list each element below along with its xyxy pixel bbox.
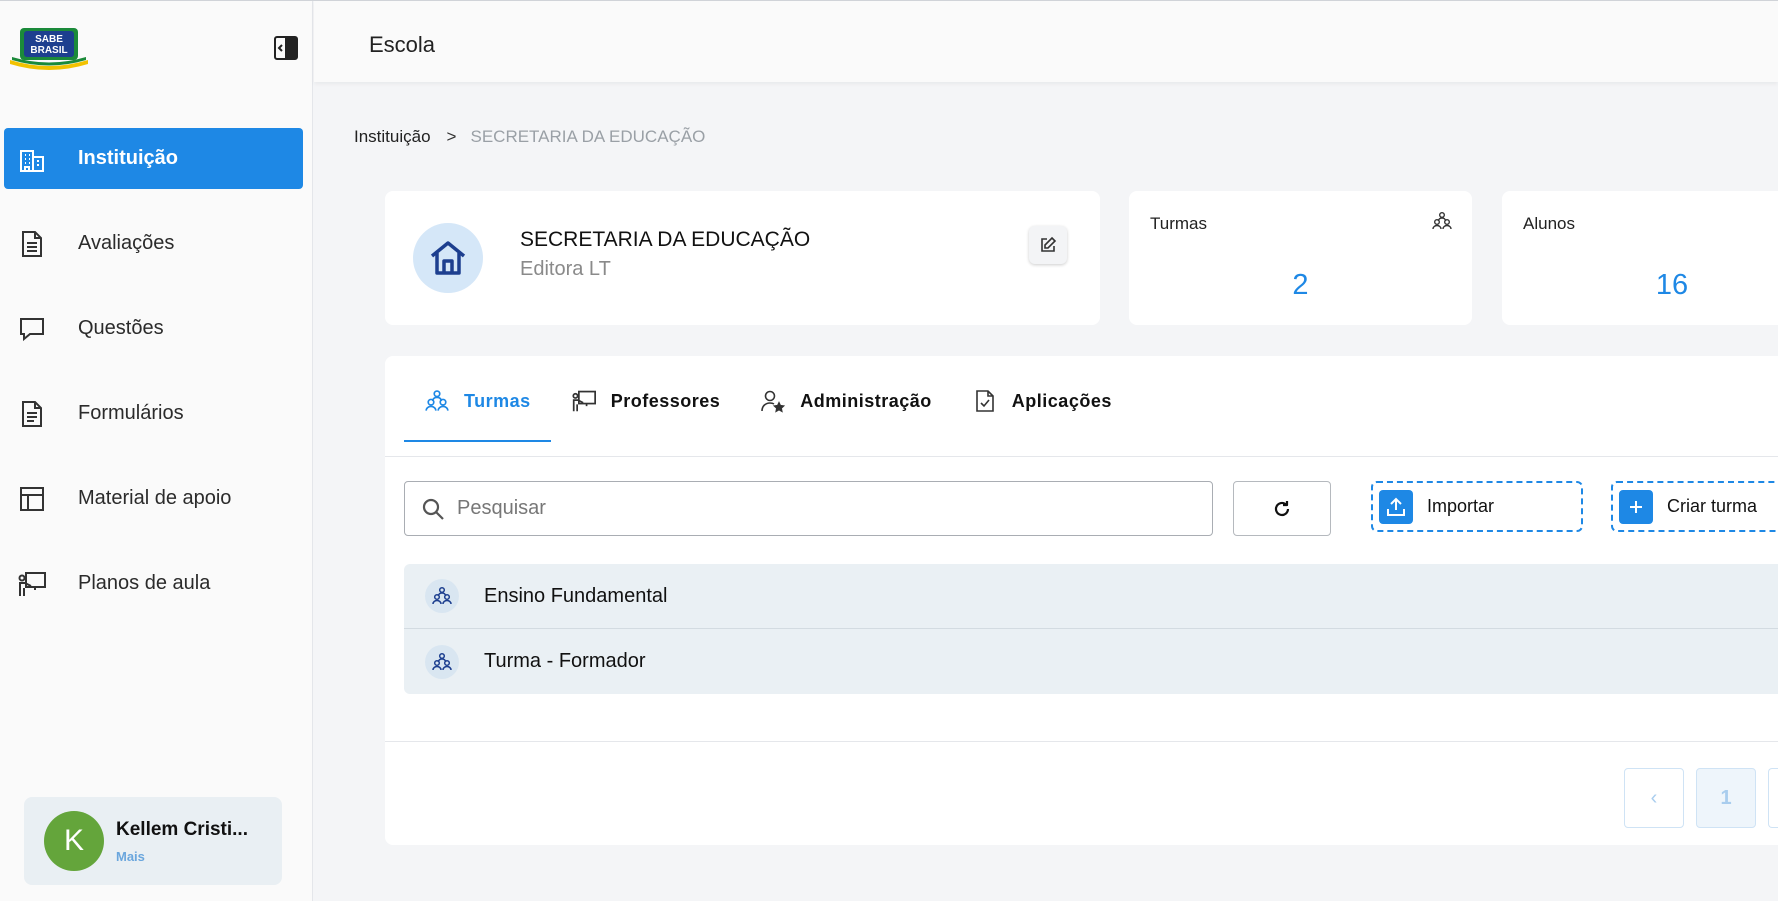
sidebar-item-label: Material de apoio xyxy=(78,487,232,509)
edit-icon xyxy=(1041,236,1057,252)
top-border xyxy=(0,0,1778,1)
building-icon xyxy=(16,143,48,175)
tab-bar: Turmas Professores Administração Aplicaç… xyxy=(404,356,1132,456)
tabs-divider xyxy=(385,456,1778,457)
plus-icon xyxy=(1619,489,1653,524)
group-icon xyxy=(1432,211,1454,233)
sidebar-item-questoes[interactable]: Questões xyxy=(4,298,303,359)
breadcrumb-current: SECRETARIA DA EDUCAÇÃO xyxy=(470,127,706,146)
group-icon xyxy=(425,644,459,679)
tab-professores[interactable]: Professores xyxy=(551,361,741,441)
sidebar-item-label: Formulários xyxy=(78,402,184,424)
teacher-board-icon xyxy=(16,568,48,600)
list-item[interactable]: Turma - Formador xyxy=(404,629,1778,694)
create-class-button[interactable]: Criar turma xyxy=(1611,481,1778,532)
pagination-divider xyxy=(385,741,1778,742)
stat-turmas-value: 2 xyxy=(1292,269,1309,301)
top-header: Escola xyxy=(314,1,1778,82)
user-menu[interactable]: K Kellem Cristi... Mais xyxy=(24,797,282,885)
sabe-brasil-logo[interactable]: SABE BRASIL xyxy=(8,26,90,70)
tab-label: Aplicações xyxy=(1011,390,1112,411)
stat-alunos-label: Alunos xyxy=(1523,214,1575,233)
class-name: Ensino Fundamental xyxy=(484,584,668,607)
pagination-page-button[interactable]: 1 xyxy=(1696,768,1756,828)
institution-subtitle: Editora LT xyxy=(520,258,611,280)
tab-turmas[interactable]: Turmas xyxy=(404,361,551,442)
teacher-board-icon xyxy=(571,388,597,414)
svg-text:BRASIL: BRASIL xyxy=(30,45,67,56)
tab-aplicacoes[interactable]: Aplicações xyxy=(952,361,1132,441)
tab-administracao[interactable]: Administração xyxy=(740,361,952,441)
edit-institution-button[interactable] xyxy=(1029,226,1067,264)
svg-text:SABE: SABE xyxy=(35,34,63,45)
sidebar-item-label: Avaliações xyxy=(78,232,175,254)
sidebar: SABE BRASIL Instituição Avaliações Quest… xyxy=(0,0,313,901)
institution-name: SECRETARIA DA EDUCAÇÃO xyxy=(520,228,811,251)
document-icon xyxy=(16,228,48,260)
search-box[interactable] xyxy=(404,481,1213,536)
institution-card: SECRETARIA DA EDUCAÇÃO Editora LT xyxy=(385,191,1100,325)
sidebar-item-formularios[interactable]: Formulários xyxy=(4,383,303,444)
sidebar-nav: Instituição Avaliações Questões Formulár… xyxy=(4,128,303,638)
breadcrumb: Instituição > SECRETARIA DA EDUCAÇÃO xyxy=(354,127,705,147)
sidebar-item-label: Planos de aula xyxy=(78,572,211,594)
pagination-prev-button[interactable]: ‹ xyxy=(1624,768,1684,828)
group-icon xyxy=(424,388,450,414)
user-star-icon xyxy=(760,388,786,414)
tab-label: Turmas xyxy=(464,390,531,411)
page-number: 1 xyxy=(1720,786,1732,809)
tab-label: Administração xyxy=(800,390,932,411)
sidebar-item-instituicao[interactable]: Instituição xyxy=(4,128,303,189)
page-title: Escola xyxy=(369,32,436,57)
classes-panel: Turmas Professores Administração Aplicaç… xyxy=(385,356,1778,845)
stat-turmas-label: Turmas xyxy=(1150,214,1207,233)
user-name: Kellem Cristi... xyxy=(116,818,248,840)
sidebar-item-label: Instituição xyxy=(78,147,179,169)
sidebar-item-label: Questões xyxy=(78,317,164,339)
refresh-icon xyxy=(1274,500,1290,516)
sidebar-item-avaliacoes[interactable]: Avaliações xyxy=(4,213,303,274)
sidebar-item-planos-de-aula[interactable]: Planos de aula xyxy=(4,553,303,614)
avatar: K xyxy=(44,811,104,871)
refresh-button[interactable] xyxy=(1233,481,1331,536)
stat-turmas-card: Turmas 2 xyxy=(1129,191,1472,325)
sidebar-item-material-de-apoio[interactable]: Material de apoio xyxy=(4,468,303,529)
create-class-label: Criar turma xyxy=(1667,496,1758,516)
document-check-icon xyxy=(972,388,998,414)
upload-icon xyxy=(1379,489,1413,524)
stat-alunos-value: 16 xyxy=(1655,269,1689,301)
layout-icon xyxy=(16,483,48,515)
stat-alunos-card: Alunos 16 xyxy=(1502,191,1778,325)
chat-bubble-icon xyxy=(16,313,48,345)
user-more-link[interactable]: Mais xyxy=(116,849,266,864)
search-input[interactable] xyxy=(457,497,1157,520)
form-icon xyxy=(16,398,48,430)
breadcrumb-root[interactable]: Instituição xyxy=(354,127,431,147)
pagination-next-button[interactable] xyxy=(1768,768,1778,828)
list-item[interactable]: Ensino Fundamental xyxy=(404,564,1778,629)
import-label: Importar xyxy=(1427,496,1495,516)
import-button[interactable]: Importar xyxy=(1371,481,1583,532)
group-icon xyxy=(425,579,459,613)
classes-list: Ensino Fundamental Turma - Formador xyxy=(404,564,1778,694)
breadcrumb-separator: > xyxy=(446,127,457,146)
chevron-left-icon: ‹ xyxy=(1650,786,1658,809)
class-name: Turma - Formador xyxy=(484,650,646,672)
search-icon xyxy=(422,498,444,520)
sidebar-collapse-icon[interactable] xyxy=(272,34,300,62)
home-icon xyxy=(413,223,483,293)
tab-label: Professores xyxy=(610,390,721,411)
